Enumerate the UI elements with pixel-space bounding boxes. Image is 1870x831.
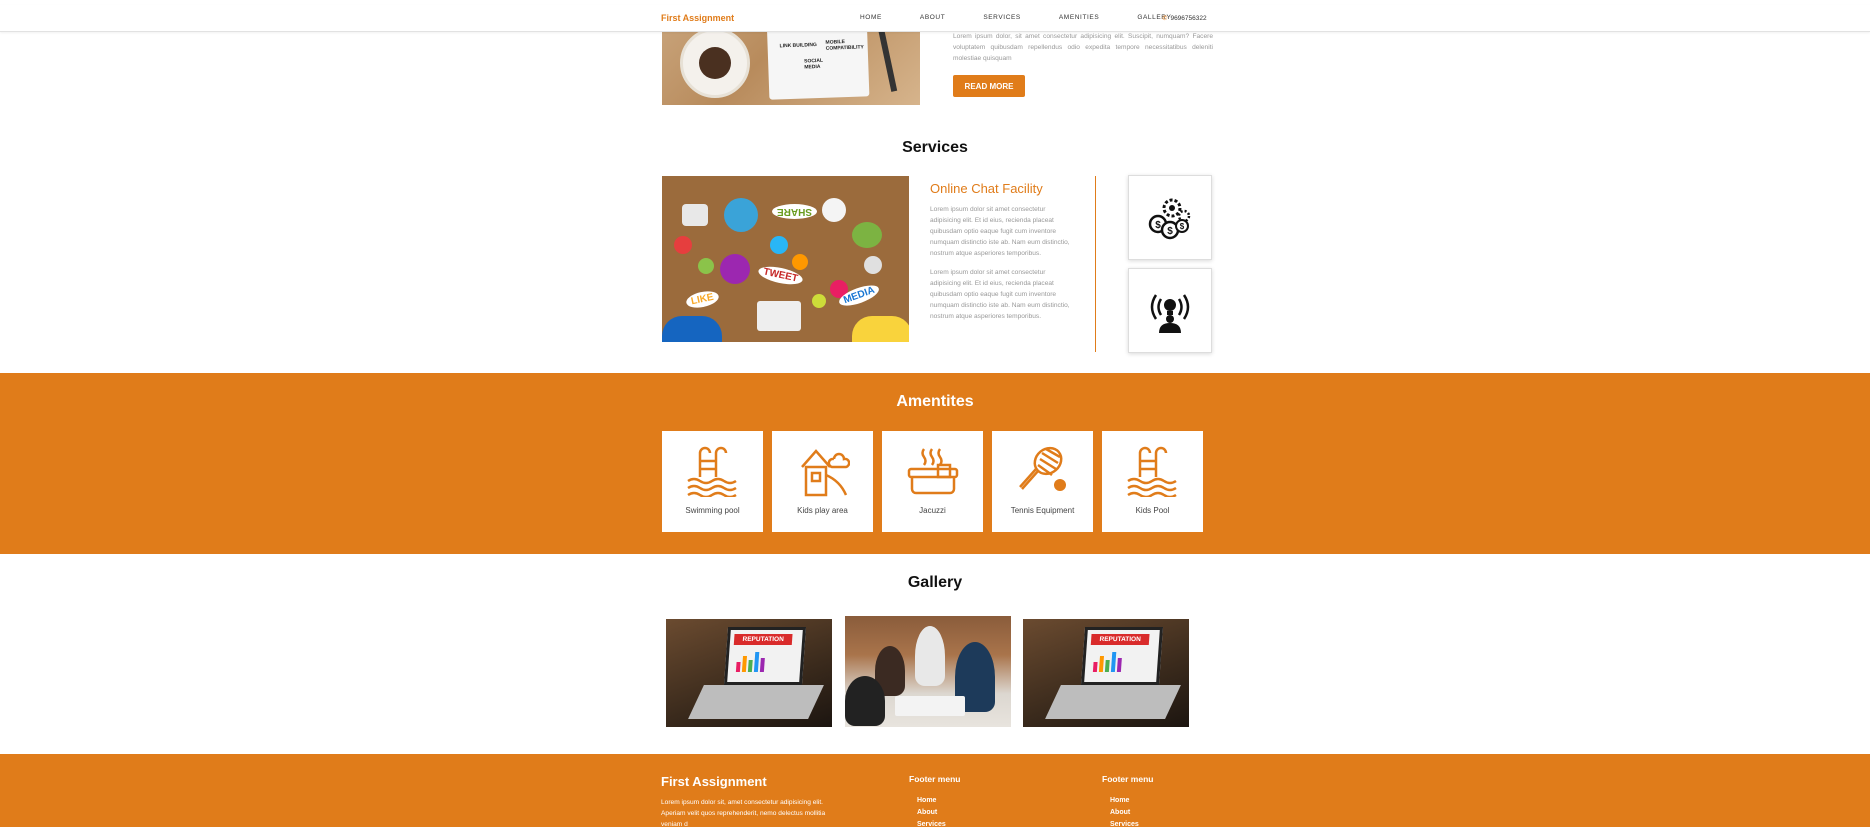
footer-link-services-1[interactable]: Services	[917, 819, 946, 831]
footer: First Assignment Lorem ipsum dolor sit, …	[0, 754, 1870, 828]
like-bubble: LIKE	[684, 288, 720, 311]
svg-text:$: $	[1155, 220, 1161, 231]
jacuzzi-icon	[907, 448, 959, 495]
nav-home[interactable]: HOME	[860, 14, 882, 21]
about-image: LINK BUILDING MOBILE COMPATIBILITY SOCIA…	[662, 22, 920, 105]
main-nav: HOME ABOUT SERVICES AMENITIES GALLERY	[860, 14, 1209, 21]
service-paragraph-1: Lorem ipsum dolor sit amet consectetur a…	[930, 206, 1070, 257]
pool-ladder-icon	[1127, 446, 1177, 497]
nav-phone[interactable]: ✆ 9696756322	[1162, 14, 1207, 22]
amenities-section: Amentites Swimming pool Kids play area J…	[0, 373, 1870, 554]
footer-link-home-1[interactable]: Home	[917, 795, 936, 807]
amenity-card-jacuzzi[interactable]: Jacuzzi	[882, 431, 983, 532]
nav-about[interactable]: ABOUT	[920, 14, 945, 21]
nav-amenities[interactable]: AMENITIES	[1059, 14, 1099, 21]
gallery-title: Gallery	[907, 574, 963, 591]
pen	[876, 22, 898, 92]
amenity-label: Tennis Equipment	[1010, 506, 1075, 515]
gallery-image-3[interactable]: REPUTATION	[1023, 619, 1189, 727]
amenity-label: Kids Pool	[1135, 506, 1170, 515]
money-gears-icon: $ $ $	[1148, 198, 1191, 239]
gallery-image-2[interactable]	[845, 616, 1011, 727]
footer-link-about-2[interactable]: About	[1110, 807, 1130, 819]
footer-text: Lorem ipsum dolor sit, amet consectetur …	[661, 799, 826, 828]
coffee-cup	[680, 28, 750, 98]
footer-brand: First Assignment	[661, 774, 767, 789]
service-description: Online Chat Facility Lorem ipsum dolor s…	[930, 181, 1070, 330]
amenity-card-kids-play[interactable]: Kids play area	[772, 431, 873, 532]
reputation-banner: REPUTATION	[1090, 634, 1150, 645]
laptop-keyboard	[688, 685, 824, 719]
service-icon-card-2[interactable]	[1128, 268, 1212, 353]
footer-link-home-2[interactable]: Home	[1110, 795, 1129, 807]
amenity-label: Jacuzzi	[919, 506, 946, 515]
brand-logo[interactable]: First Assignment	[661, 13, 734, 23]
nav-services[interactable]: SERVICES	[983, 14, 1021, 21]
share-bubble: SHARE	[772, 204, 818, 219]
service-paragraph-2: Lorem ipsum dolor sit amet consectetur a…	[930, 269, 1070, 320]
reputation-banner: REPUTATION	[733, 634, 793, 645]
phone-icon: ✆	[1162, 15, 1168, 22]
laptop-screen: REPUTATION	[723, 627, 807, 685]
service-heading: Online Chat Facility	[930, 181, 1043, 196]
notebook-word-1: LINK BUILDING	[779, 42, 817, 50]
read-more-button[interactable]: READ MORE	[953, 75, 1025, 97]
laptop-screen: REPUTATION	[1080, 627, 1164, 685]
pool-ladder-icon	[687, 446, 737, 497]
notebook-word-2: MOBILE COMPATIBILITY	[825, 39, 864, 52]
phone-number: 9696756322	[1170, 15, 1207, 22]
service-icon-card-1[interactable]: $ $ $	[1128, 175, 1212, 260]
footer-link-about-1[interactable]: About	[917, 807, 937, 819]
amenity-label: Swimming pool	[685, 506, 740, 515]
playhouse-icon	[801, 449, 850, 497]
top-navbar: First Assignment HOME ABOUT SERVICES AME…	[0, 5, 1870, 32]
services-title: Services	[902, 139, 968, 156]
gallery-image-1[interactable]: REPUTATION	[666, 619, 832, 727]
laptop-keyboard	[1045, 685, 1181, 719]
amenity-card-tennis[interactable]: Tennis Equipment	[992, 431, 1093, 532]
services-image: SHARE TWEET LIKE MEDIA	[662, 176, 909, 342]
notebook: LINK BUILDING MOBILE COMPATIBILITY SOCIA…	[766, 22, 870, 100]
about-text: Lorem ipsum dolor, sit amet consectetur …	[953, 33, 1213, 62]
amenities-title: Amentites	[896, 393, 974, 410]
svg-text:$: $	[1180, 222, 1185, 231]
services-divider	[1095, 176, 1096, 352]
notebook-word-3: SOCIAL MEDIA	[804, 57, 824, 71]
tennis-racket-icon	[1019, 446, 1066, 491]
amenity-label: Kids play area	[797, 506, 848, 515]
amenity-card-kids-pool[interactable]: Kids Pool	[1102, 431, 1203, 532]
footer-menu-title-1: Footer menu	[909, 774, 961, 784]
amenity-card-swimming-pool[interactable]: Swimming pool	[662, 431, 763, 532]
idea-broadcast-icon	[1150, 293, 1190, 333]
svg-text:$: $	[1167, 226, 1173, 237]
footer-menu-title-2: Footer menu	[1102, 774, 1154, 784]
footer-link-services-2[interactable]: Services	[1110, 819, 1139, 831]
